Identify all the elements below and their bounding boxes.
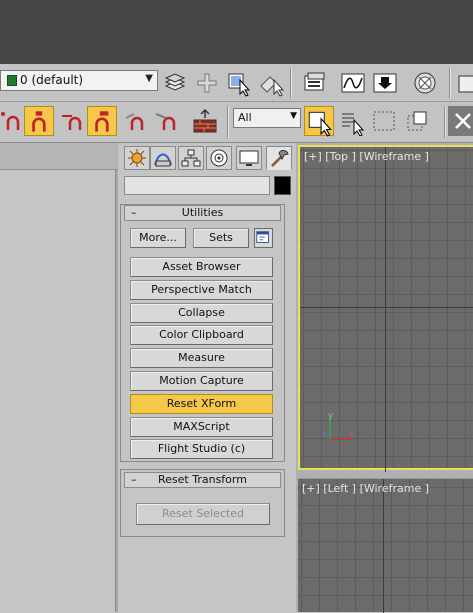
- utility-button-collapse[interactable]: Collapse: [130, 303, 273, 323]
- object-name-field[interactable]: [124, 176, 270, 195]
- configure-button-sets-icon[interactable]: [254, 228, 273, 248]
- create-tab[interactable]: [124, 146, 150, 170]
- reset-transform-title: Reset Transform: [158, 473, 247, 486]
- select-and-link-icon[interactable]: [24, 106, 54, 136]
- utility-button-perspective-match[interactable]: Perspective Match: [130, 280, 273, 300]
- edge-toolbar-icon[interactable]: [455, 68, 473, 98]
- layer-color-swatch: [7, 75, 17, 86]
- axis-y-label: y: [328, 411, 334, 421]
- unbind-icon[interactable]: [154, 106, 184, 136]
- axis-z-label: z: [322, 430, 327, 440]
- chevron-down-icon: ▼: [145, 73, 153, 84]
- utility-button-asset-browser[interactable]: Asset Browser: [130, 257, 273, 277]
- window-crossing-icon[interactable]: [402, 106, 432, 136]
- left-viewport[interactable]: [+] [Left ] [Wireframe ]: [298, 478, 473, 613]
- utilities-rollout-title: Utilities: [181, 206, 224, 219]
- grid-axis-line: [385, 147, 386, 472]
- axis-x-label: x: [349, 429, 355, 439]
- select-by-name-icon[interactable]: [338, 106, 368, 136]
- chevron-down-icon: ▼: [290, 111, 297, 121]
- layer-name: 0 (default): [20, 73, 84, 87]
- utilities-tab[interactable]: [266, 146, 292, 170]
- sets-button[interactable]: Sets: [193, 228, 249, 248]
- hierarchy-tab[interactable]: [178, 146, 204, 170]
- grid-axis-line: [383, 479, 384, 613]
- material-editor-icon[interactable]: [410, 68, 440, 98]
- utility-button-maxscript[interactable]: MAXScript: [130, 417, 273, 437]
- reset-transform-rollout-header[interactable]: – Reset Transform: [124, 472, 281, 488]
- title-bar: [0, 0, 473, 64]
- brick-icon[interactable]: [190, 106, 220, 136]
- utility-button-color-clipboard[interactable]: Color Clipboard: [130, 325, 273, 345]
- selection-filter-value: All: [238, 111, 252, 124]
- top-viewport-label[interactable]: [+] [Top ] [Wireframe ]: [304, 150, 429, 163]
- more-button[interactable]: More...: [130, 228, 186, 248]
- create-plus-icon[interactable]: [192, 68, 222, 98]
- select-by-name-icon[interactable]: [256, 68, 286, 98]
- utilities-rollout-header[interactable]: – Utilities: [124, 205, 281, 221]
- select-region-icon[interactable]: [370, 106, 400, 136]
- bind-spacewarp-icon[interactable]: [87, 106, 117, 136]
- utility-button-motion-capture[interactable]: Motion Capture: [130, 371, 273, 391]
- object-color-swatch[interactable]: [274, 176, 291, 195]
- top-viewport[interactable]: [+] [Top ] [Wireframe ] y x z: [298, 145, 473, 472]
- unlink-icon[interactable]: [58, 106, 88, 136]
- selection-filter-dropdown[interactable]: All ▼: [233, 108, 301, 128]
- secondary-toolbar: All ▼: [0, 102, 473, 143]
- render-setup-icon[interactable]: [300, 68, 330, 98]
- reset-selected-button[interactable]: Reset Selected: [136, 503, 270, 525]
- select-object-icon[interactable]: [304, 106, 334, 137]
- bind-icon[interactable]: [122, 106, 152, 136]
- layer-stack-icon[interactable]: [160, 68, 190, 98]
- modify-tab[interactable]: [150, 146, 176, 170]
- scene-explorer-header: [0, 143, 118, 170]
- render-frame-icon[interactable]: [370, 68, 400, 98]
- display-tab[interactable]: [236, 146, 262, 170]
- scene-explorer-pane: [0, 143, 118, 612]
- left-viewport-label[interactable]: [+] [Left ] [Wireframe ]: [302, 482, 429, 495]
- curve-editor-icon[interactable]: [338, 68, 368, 98]
- layer-dropdown[interactable]: 0 (default) ▼: [0, 70, 158, 91]
- motion-tab[interactable]: [206, 146, 232, 170]
- axis-tripod-icon: y x z: [322, 411, 355, 440]
- utility-button-flight-studio-c[interactable]: Flight Studio (c): [130, 439, 273, 459]
- utility-button-reset-xform[interactable]: Reset XForm: [130, 394, 273, 414]
- utility-button-measure[interactable]: Measure: [130, 348, 273, 368]
- grid-axis-line: [300, 307, 473, 308]
- main-toolbar: 0 (default) ▼: [0, 64, 473, 102]
- close-icon[interactable]: [448, 106, 473, 136]
- select-object-icon[interactable]: [224, 68, 254, 98]
